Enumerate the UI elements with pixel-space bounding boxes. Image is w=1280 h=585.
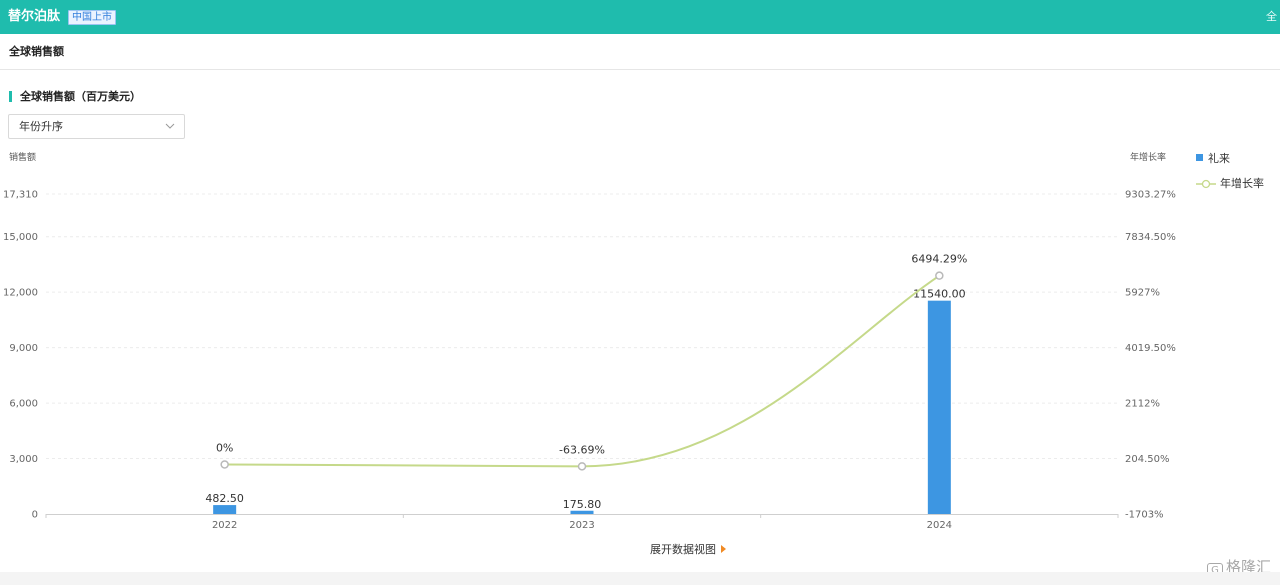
y2-tick-label: 4019.50% xyxy=(1125,343,1176,354)
x-tick-label: 2022 xyxy=(212,520,237,531)
bottom-band xyxy=(0,572,1280,585)
bar-value-label: 175.80 xyxy=(563,498,602,511)
growth-point-2024 xyxy=(935,271,944,280)
growth-point-2023 xyxy=(577,462,587,471)
caret-right-icon xyxy=(721,545,726,553)
legend-line-swatch xyxy=(1196,179,1216,189)
legend-item-bar-series[interactable]: 礼来 xyxy=(1196,152,1230,166)
y-tick-label: 12,000 xyxy=(3,288,38,299)
y-tick-label: 9,000 xyxy=(9,343,38,354)
y-axis-title: 销售额 xyxy=(9,153,37,163)
y-tick-label: 15,000 xyxy=(3,232,38,243)
bar-2023 xyxy=(570,510,594,514)
growth-point-2022 xyxy=(220,460,229,469)
y-tick-label: 17,310 xyxy=(3,190,38,201)
y2-tick-label: 7834.50% xyxy=(1125,232,1176,243)
bar-2022 xyxy=(213,505,237,514)
legend-item-line-series[interactable]: 年增长率 xyxy=(1196,177,1264,191)
y2-tick-label: -1703% xyxy=(1125,510,1164,521)
bar-2024 xyxy=(927,300,951,514)
x-tick-label: 2023 xyxy=(569,520,594,531)
expand-data-view-link[interactable]: 展开数据视图 xyxy=(650,543,726,557)
growth-rate-line xyxy=(224,274,940,468)
growth-value-label: 0% xyxy=(216,441,233,454)
growth-value-label: 6494.29% xyxy=(911,253,967,266)
y2-axis-title: 年增长率 xyxy=(1130,153,1167,163)
y2-tick-label: 9303.27% xyxy=(1125,190,1176,201)
x-tick-label: 2024 xyxy=(927,520,952,531)
growth-value-label: -63.69% xyxy=(559,443,605,456)
y2-tick-label: 204.50% xyxy=(1125,454,1170,465)
expand-data-view-label: 展开数据视图 xyxy=(650,543,716,556)
legend-label-bar-series: 礼来 xyxy=(1208,152,1230,165)
y-tick-label: 0 xyxy=(32,510,38,521)
chart-canvas: 0 -1703% 3,000 204.50% 6,000 2112% 9,000 4019.5… xyxy=(3,190,1176,532)
bar-value-label: 482.50 xyxy=(205,492,244,505)
y2-tick-label: 5927% xyxy=(1125,288,1160,299)
legend-bar-swatch xyxy=(1196,154,1203,161)
y2-tick-label: 2112% xyxy=(1125,399,1160,410)
y-tick-label: 3,000 xyxy=(9,454,38,465)
legend-label-line-series: 年增长率 xyxy=(1220,177,1264,190)
y-tick-label: 6,000 xyxy=(9,399,38,410)
